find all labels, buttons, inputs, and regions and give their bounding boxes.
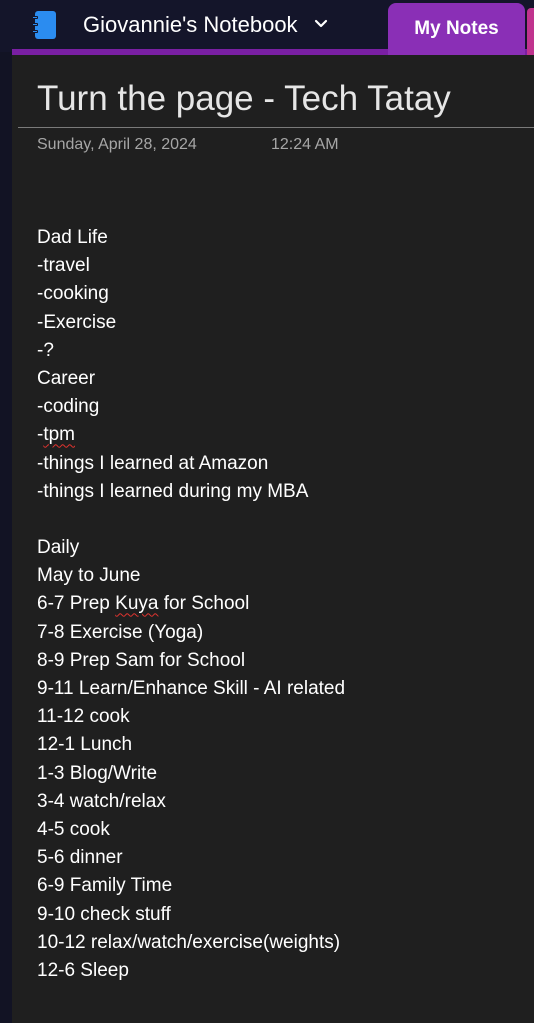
tab-my-notes[interactable]: My Notes bbox=[388, 3, 525, 55]
note-line[interactable]: 6-7 Prep Kuya for School bbox=[37, 590, 345, 618]
page-time: 12:24 AM bbox=[271, 136, 339, 153]
note-line[interactable]: -things I learned during my MBA bbox=[37, 478, 345, 506]
note-line[interactable]: -Exercise bbox=[37, 309, 345, 337]
spellcheck-word[interactable]: tpm bbox=[43, 424, 75, 445]
notebook-title[interactable]: Giovannie's Notebook bbox=[83, 11, 298, 39]
note-line[interactable]: 5-6 dinner bbox=[37, 844, 345, 872]
chevron-down-icon[interactable] bbox=[314, 19, 328, 29]
note-line[interactable]: 9-10 check stuff bbox=[37, 901, 345, 929]
note-line[interactable]: -tpm bbox=[37, 421, 345, 449]
note-line[interactable]: 12-6 Sleep bbox=[37, 957, 345, 985]
note-line[interactable]: -things I learned at Amazon bbox=[37, 450, 345, 478]
note-line[interactable]: 4-5 cook bbox=[37, 816, 345, 844]
page-date: Sunday, April 28, 2024 bbox=[37, 136, 197, 153]
note-line[interactable]: 8-9 Prep Sam for School bbox=[37, 647, 345, 675]
blank-line[interactable] bbox=[37, 506, 345, 534]
note-line[interactable]: 3-4 watch/relax bbox=[37, 788, 345, 816]
note-line[interactable]: Dad Life bbox=[37, 224, 345, 252]
spellcheck-word[interactable]: Kuya bbox=[115, 593, 158, 614]
note-body[interactable]: Dad Life -travel -cooking -Exercise -? Career… bbox=[37, 224, 345, 985]
note-line[interactable]: Career bbox=[37, 365, 345, 393]
note-line[interactable]: -travel bbox=[37, 252, 345, 280]
note-line[interactable]: -coding bbox=[37, 393, 345, 421]
note-line[interactable]: May to June bbox=[37, 562, 345, 590]
note-page[interactable]: Turn the page - Tech Tatay Sunday, April… bbox=[12, 55, 534, 1023]
note-line[interactable]: 6-9 Family Time bbox=[37, 872, 345, 900]
notebook-icon[interactable] bbox=[33, 10, 57, 40]
tab-next-partial[interactable] bbox=[527, 8, 534, 55]
note-line[interactable]: 1-3 Blog/Write bbox=[37, 760, 345, 788]
note-line[interactable]: 9-11 Learn/Enhance Skill - AI related bbox=[37, 675, 345, 703]
note-line[interactable]: 12-1 Lunch bbox=[37, 731, 345, 759]
note-line[interactable]: 10-12 relax/watch/exercise(weights) bbox=[37, 929, 345, 957]
title-divider bbox=[18, 127, 534, 128]
note-line[interactable]: 7-8 Exercise (Yoga) bbox=[37, 619, 345, 647]
note-line[interactable]: 11-12 cook bbox=[37, 703, 345, 731]
note-line[interactable]: -cooking bbox=[37, 280, 345, 308]
page-title[interactable]: Turn the page - Tech Tatay bbox=[37, 78, 451, 120]
tab-label: My Notes bbox=[414, 18, 499, 39]
note-line[interactable]: Daily bbox=[37, 534, 345, 562]
note-line[interactable]: -? bbox=[37, 337, 345, 365]
